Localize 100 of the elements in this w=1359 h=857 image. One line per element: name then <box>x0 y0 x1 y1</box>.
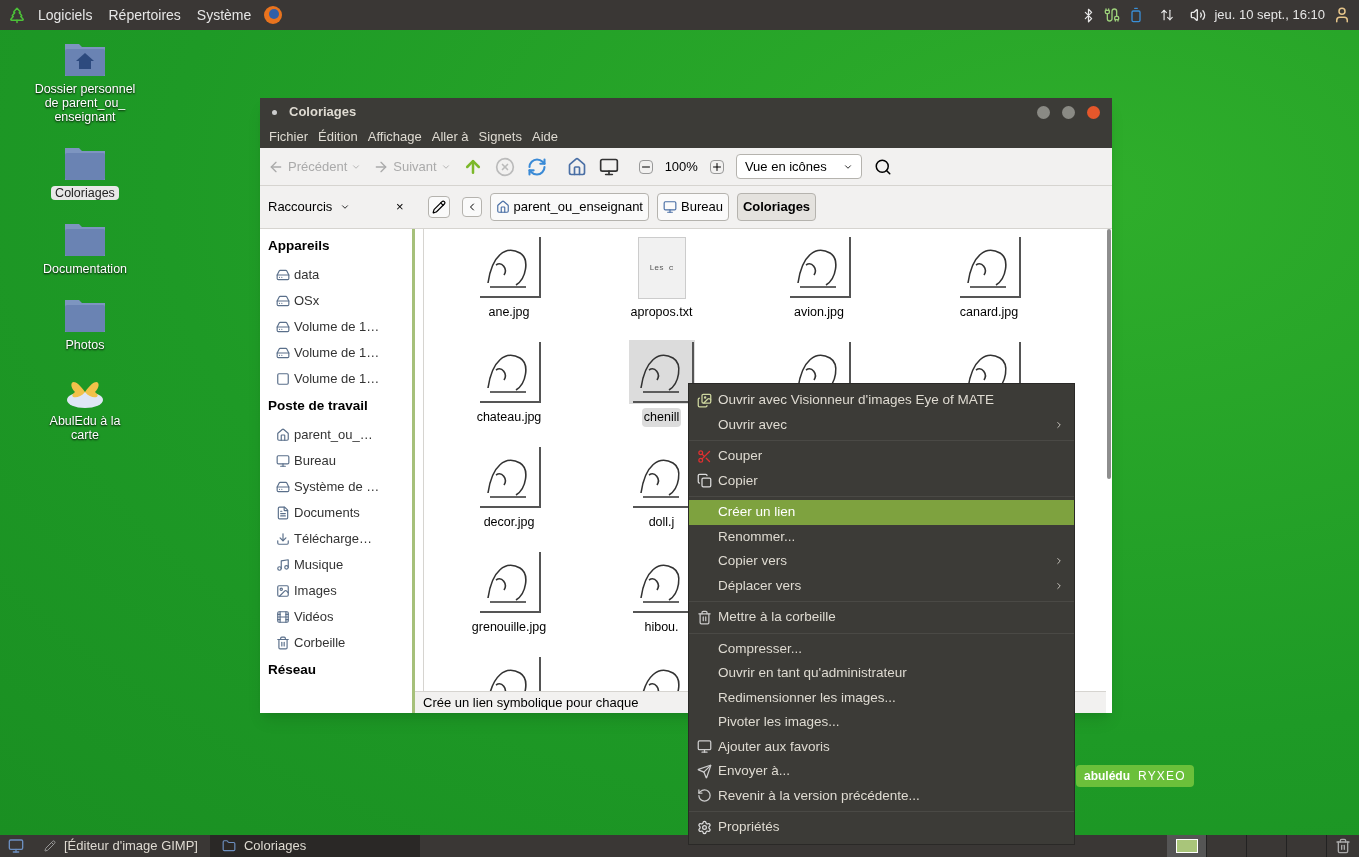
zoom-in-button[interactable] <box>709 159 724 174</box>
sidebar-item[interactable]: Système de … <box>268 475 404 498</box>
file-name[interactable]: hibou. <box>642 618 681 637</box>
sidebar-item[interactable]: Télécharge… <box>268 527 404 550</box>
minimize-button[interactable] <box>1037 105 1050 119</box>
file-preview-text: Les c <box>649 262 674 274</box>
menu-bar-item[interactable]: Signets <box>473 127 527 147</box>
monitor-icon <box>663 200 677 214</box>
show-desktop-icon[interactable] <box>8 838 24 854</box>
menu-bar-item[interactable]: Affichage <box>362 127 427 147</box>
context-menu-item[interactable]: Copier vers <box>689 549 1074 574</box>
context-menu-item[interactable]: Compresser... <box>689 636 1074 661</box>
trash-icon[interactable] <box>1335 838 1351 854</box>
desktop-icon-label[interactable]: Coloriages <box>51 186 119 200</box>
drive-icon <box>276 293 290 308</box>
menu-bar-item[interactable]: Aller à <box>426 127 474 147</box>
context-menu-item[interactable]: Ajouter aux favoris <box>689 734 1074 759</box>
logo-text: RYXEO <box>1138 768 1186 785</box>
network-icon[interactable] <box>1104 7 1121 23</box>
menu-bar-item[interactable]: Fichier <box>264 127 313 147</box>
panel-menu[interactable]: Logiciels <box>34 4 97 26</box>
image-viewer-icon <box>697 392 712 408</box>
copy-icon <box>697 473 712 489</box>
desktop-icon-label[interactable]: AbulEdu à la carte <box>30 414 140 442</box>
computer-icon[interactable] <box>598 156 619 177</box>
close-button[interactable] <box>1087 105 1100 119</box>
sidebar-item[interactable]: Corbeille <box>268 631 404 654</box>
volume-icon[interactable] <box>1190 7 1207 23</box>
context-menu-item[interactable]: Envoyer à... <box>689 759 1074 784</box>
sidebar-item[interactable]: Bureau <box>268 449 404 472</box>
taskbar-button[interactable]: Coloriages <box>210 835 420 857</box>
browser-globe-icon[interactable] <box>263 5 284 25</box>
home-icon <box>276 427 290 442</box>
menu-bar-item[interactable]: Aide <box>526 127 563 147</box>
path-button[interactable]: parent_ou_enseignant <box>489 193 649 221</box>
file-name[interactable]: canard.jpg <box>957 303 1021 322</box>
zoom-out-button[interactable] <box>638 159 653 174</box>
context-menu-item[interactable]: Redimensionner les images... <box>689 685 1074 710</box>
file-name[interactable]: grenouille.jpg <box>469 618 549 637</box>
sidebar-item[interactable]: OSx <box>268 289 404 312</box>
user-icon[interactable] <box>1333 6 1351 24</box>
transfer-icon[interactable] <box>1160 8 1175 22</box>
sidebar-item[interactable]: parent_ou_… <box>268 423 404 446</box>
path-button[interactable]: Bureau <box>657 193 729 221</box>
sidebar-heading: Poste de travail <box>268 397 369 416</box>
file-name[interactable]: chenill <box>641 408 682 427</box>
caret-icon <box>340 202 351 212</box>
zoom-level: 100% <box>664 157 698 176</box>
file-name[interactable]: apropos.txt <box>628 303 695 322</box>
sidebar-item[interactable]: Musique <box>268 553 404 576</box>
sidebar-item[interactable]: Vidéos <box>268 605 404 628</box>
clock[interactable]: jeu. 10 sept., 16:10 <box>1214 5 1325 25</box>
revert-icon <box>697 788 712 804</box>
path-scroll-button[interactable] <box>461 197 482 217</box>
sidebar-item[interactable]: Volume de 1… <box>268 341 404 364</box>
close-pane-button[interactable]: × <box>396 197 404 217</box>
context-menu-item[interactable]: Ouvrir avec <box>689 412 1074 437</box>
file-name[interactable]: avion.jpg <box>791 303 846 322</box>
drive-icon <box>276 345 290 360</box>
context-menu-item[interactable]: Renommer... <box>689 524 1074 549</box>
search-icon[interactable] <box>873 157 892 176</box>
taskbar-button[interactable]: [Éditeur d'image GIMP] <box>32 835 210 857</box>
sidebar-item[interactable]: Volume de 1… <box>268 367 404 390</box>
sidebar-item[interactable]: Documents <box>268 501 404 524</box>
monitor-icon <box>697 739 712 755</box>
file-name[interactable]: decor.jpg <box>481 513 537 532</box>
drive-icon <box>276 319 290 334</box>
file-name[interactable]: doll.j <box>646 513 677 532</box>
panel-menu[interactable]: Répertoires <box>104 4 185 26</box>
workspace-button[interactable] <box>1167 835 1207 857</box>
context-menu-item[interactable]: Revenir à la version précédente... <box>689 783 1074 808</box>
desktop-icon-label[interactable]: Dossier personnel de parent_ou_ enseignant <box>30 82 140 124</box>
reload-icon[interactable] <box>526 156 547 177</box>
edit-path-button[interactable] <box>427 196 450 218</box>
context-menu-item[interactable]: Copier <box>689 468 1074 493</box>
desktop-icon-label[interactable]: Photos <box>61 338 109 352</box>
file-name[interactable]: chateau.jpg <box>474 408 544 427</box>
context-menu-item[interactable]: Mettre à la corbeille <box>689 605 1074 630</box>
context-menu-item[interactable]: Déplacer vers <box>689 573 1074 598</box>
image-icon <box>276 583 290 598</box>
context-menu-item[interactable]: Propriétés <box>689 815 1074 840</box>
view-mode-select[interactable]: Vue en icônes <box>735 153 862 180</box>
maximize-button[interactable] <box>1062 105 1075 119</box>
context-menu-item[interactable]: Couper <box>689 444 1074 469</box>
path-button[interactable]: Coloriages <box>736 193 817 221</box>
menu-bar-item[interactable]: Édition <box>313 127 363 147</box>
desktop-icon-label[interactable]: Documentation <box>38 262 132 276</box>
context-menu-item[interactable]: Ouvrir en tant qu'administrateur <box>689 661 1074 686</box>
sidebar-pane-select[interactable]: Raccourcis <box>268 197 388 217</box>
file-name[interactable]: ane.jpg <box>486 303 532 322</box>
context-menu-item[interactable]: Ouvrir avec Visionneur d'images Eye of MATE <box>689 388 1074 413</box>
context-menu-item[interactable]: Pivoter les images... <box>689 710 1074 735</box>
sidebar-item[interactable]: Images <box>268 579 404 602</box>
sidebar-item[interactable]: Volume de 1… <box>268 315 404 338</box>
home-icon[interactable] <box>566 156 587 177</box>
window-title: Coloriages <box>289 103 357 122</box>
panel-menu[interactable]: Système <box>192 4 256 26</box>
document-icon <box>276 505 290 520</box>
sidebar-item[interactable]: data <box>268 263 404 286</box>
download-icon <box>276 531 290 546</box>
